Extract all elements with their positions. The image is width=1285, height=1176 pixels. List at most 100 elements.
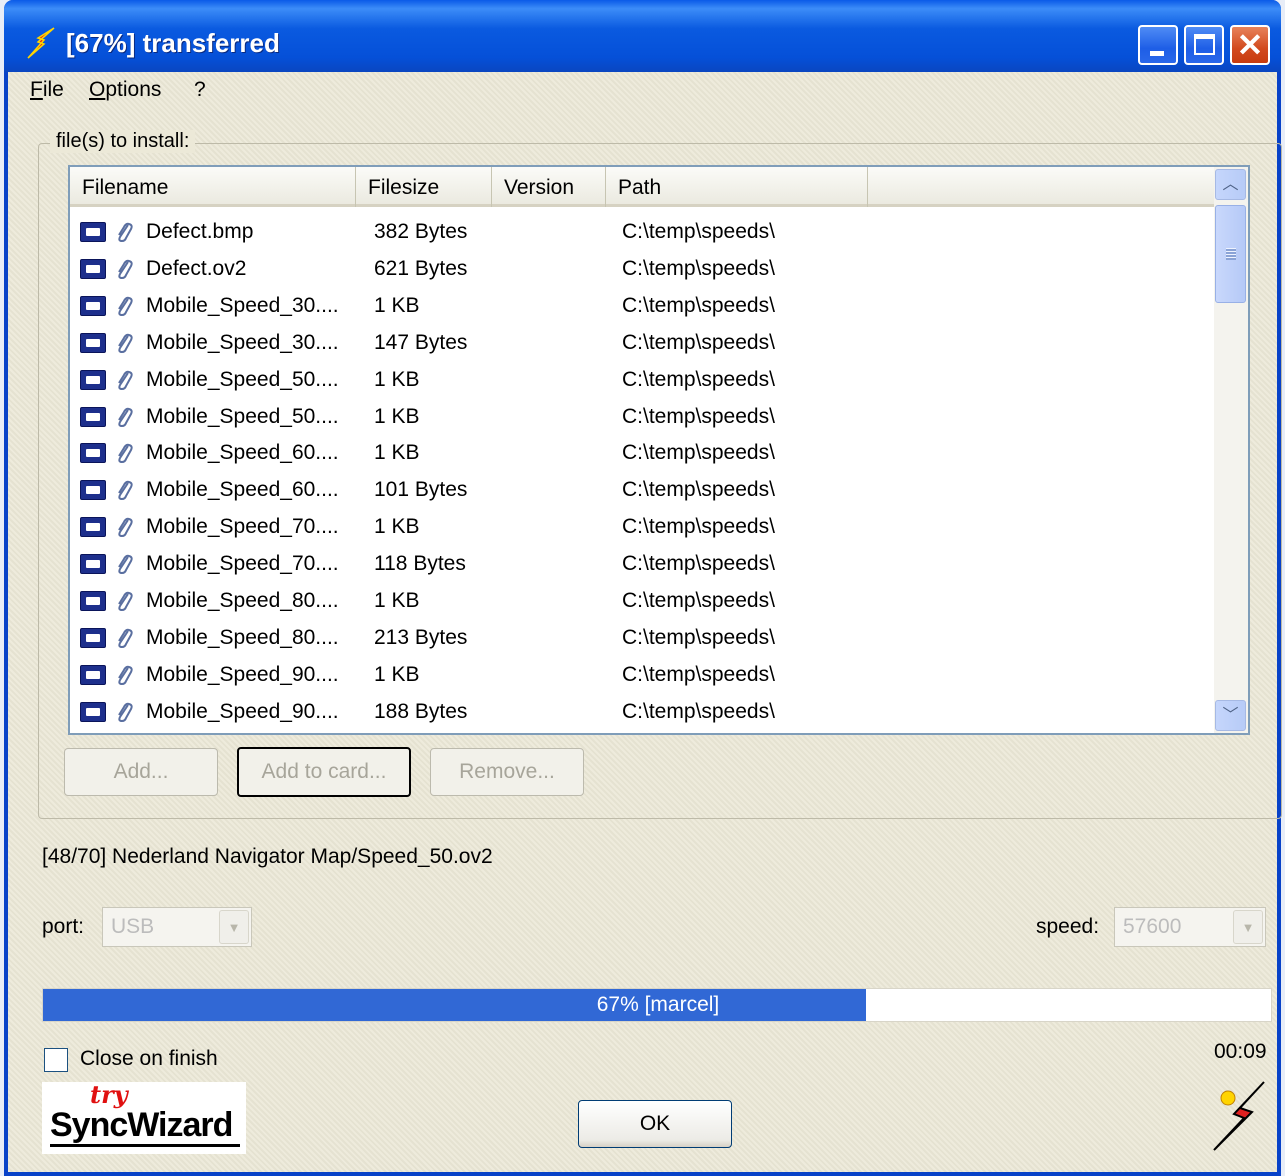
column-header-path[interactable]: Path bbox=[606, 167, 868, 207]
memory-card-icon bbox=[80, 517, 106, 538]
cell-filesize: 1 KB bbox=[374, 441, 420, 465]
paperclip-icon bbox=[118, 259, 133, 279]
column-header-version[interactable]: Version bbox=[492, 167, 606, 207]
memory-card-icon bbox=[80, 332, 106, 353]
cell-path: C:\temp\speeds\ bbox=[622, 552, 775, 576]
elapsed-timer: 00:09 bbox=[1214, 1040, 1267, 1063]
chevron-down-icon[interactable]: ▼ bbox=[219, 910, 249, 944]
list-item[interactable]: Mobile_Speed_60.... 101 Bytes C:\temp\spee… bbox=[70, 471, 1216, 508]
scroll-thumb[interactable] bbox=[1215, 205, 1246, 303]
files-groupbox-label: file(s) to install: bbox=[50, 130, 196, 153]
cell-filename: Mobile_Speed_30.... bbox=[146, 293, 339, 317]
column-header-filesize[interactable]: Filesize bbox=[356, 167, 492, 207]
scroll-down-button[interactable]: ﹀ bbox=[1215, 700, 1246, 731]
chevron-down-icon[interactable]: ▼ bbox=[1233, 910, 1263, 944]
add-to-card-button[interactable]: Add to card... bbox=[237, 747, 411, 797]
paperclip-icon bbox=[118, 296, 133, 316]
cell-filename: Mobile_Speed_60.... bbox=[146, 478, 339, 502]
list-item[interactable]: Mobile_Speed_60.... 1 KB C:\temp\speeds\ bbox=[70, 434, 1216, 471]
memory-card-icon bbox=[80, 258, 106, 279]
memory-card-icon bbox=[80, 701, 106, 722]
paperclip-icon bbox=[118, 628, 133, 648]
cell-path: C:\temp\speeds\ bbox=[622, 256, 775, 280]
cell-path: C:\temp\speeds\ bbox=[622, 441, 775, 465]
list-item[interactable]: Mobile_Speed_70.... 118 Bytes C:\temp\spee… bbox=[70, 545, 1216, 582]
current-file-status: [48/70] Nederland Navigator Map/Speed_50… bbox=[42, 845, 493, 868]
paperclip-icon bbox=[118, 554, 133, 575]
file-list[interactable]: Filename Filesize Version Path Defect.bm… bbox=[68, 165, 1250, 735]
cell-filename: Mobile_Speed_50.... bbox=[146, 367, 339, 391]
title-bar[interactable]: [67%] transferred ✕ bbox=[4, 0, 1281, 72]
cell-filename: Mobile_Speed_70.... bbox=[146, 515, 339, 539]
paperclip-icon bbox=[118, 481, 133, 501]
cell-path: C:\temp\speeds\ bbox=[622, 330, 775, 354]
list-item[interactable]: Mobile_Speed_50.... 1 KB C:\temp\speeds\ bbox=[70, 361, 1216, 398]
memory-card-icon bbox=[80, 627, 106, 648]
ok-button[interactable]: OK bbox=[578, 1100, 732, 1148]
list-header: Filename Filesize Version Path bbox=[70, 167, 1220, 207]
column-header-filename[interactable]: Filename bbox=[70, 167, 356, 207]
maximize-button[interactable] bbox=[1184, 25, 1224, 65]
paperclip-icon bbox=[118, 518, 133, 538]
cell-path: C:\temp\speeds\ bbox=[622, 515, 775, 539]
cell-filename: Mobile_Speed_80.... bbox=[146, 625, 339, 649]
port-select[interactable]: USB ▼ bbox=[102, 907, 252, 947]
column-header-filler bbox=[868, 167, 1220, 207]
cell-filename: Mobile_Speed_60.... bbox=[146, 441, 339, 465]
cell-path: C:\temp\speeds\ bbox=[622, 220, 775, 243]
port-label: port: bbox=[42, 915, 85, 938]
cell-path: C:\temp\speeds\ bbox=[622, 367, 775, 391]
speed-value: 57600 bbox=[1123, 915, 1182, 938]
minimize-icon bbox=[1150, 51, 1164, 56]
list-item[interactable]: Mobile_Speed_80.... 1 KB C:\temp\speeds\ bbox=[70, 582, 1216, 619]
paperclip-icon bbox=[118, 444, 133, 464]
list-item[interactable]: Mobile_Speed_80.... 213 Bytes C:\temp\spee… bbox=[70, 619, 1216, 656]
list-item[interactable]: Mobile_Speed_70.... 1 KB C:\temp\speeds\ bbox=[70, 508, 1216, 545]
close-on-finish-checkbox[interactable] bbox=[44, 1048, 68, 1072]
list-item[interactable]: Mobile_Speed_90.... 188 Bytes C:\temp\spee… bbox=[70, 693, 1216, 730]
cell-filename: Mobile_Speed_80.... bbox=[146, 589, 339, 612]
cell-path: C:\temp\speeds\ bbox=[622, 478, 775, 502]
list-item[interactable]: Defect.bmp 382 Bytes C:\temp\speeds\ bbox=[70, 213, 1216, 250]
paperclip-icon bbox=[118, 665, 133, 685]
cell-filename: Mobile_Speed_90.... bbox=[146, 662, 339, 686]
cell-path: C:\temp\speeds\ bbox=[622, 404, 775, 428]
paperclip-icon bbox=[118, 333, 133, 353]
list-item[interactable]: Mobile_Speed_30.... 1 KB C:\temp\speeds\ bbox=[70, 287, 1216, 324]
cell-filename: Defect.ov2 bbox=[146, 256, 247, 280]
cell-filesize: 382 Bytes bbox=[374, 220, 468, 243]
progress-text: 67% [marcel] bbox=[596, 993, 720, 1016]
cell-filesize: 147 Bytes bbox=[374, 330, 468, 354]
logo-try-text: try bbox=[90, 1080, 128, 1109]
close-on-finish-label[interactable]: Close on finish bbox=[80, 1047, 218, 1071]
vertical-scrollbar[interactable]: ︿ ﹀ bbox=[1214, 167, 1248, 733]
menu-file[interactable]: File bbox=[30, 78, 64, 102]
cell-path: C:\temp\speeds\ bbox=[622, 293, 775, 317]
maximize-icon bbox=[1194, 34, 1215, 55]
list-item[interactable]: Defect.ov2 621 Bytes C:\temp\speeds\ bbox=[70, 250, 1216, 287]
memory-card-icon bbox=[80, 554, 106, 575]
minimize-button[interactable] bbox=[1138, 25, 1178, 65]
memory-card-icon bbox=[80, 480, 106, 501]
memory-card-icon bbox=[80, 369, 106, 390]
menu-options[interactable]: Options bbox=[89, 78, 161, 102]
port-value: USB bbox=[111, 915, 155, 938]
menu-help[interactable]: ? bbox=[194, 78, 206, 102]
lightning-app-icon bbox=[27, 27, 55, 59]
paperclip-icon bbox=[118, 370, 133, 390]
progress-bar: 67% [marcel] bbox=[42, 988, 1272, 1022]
scroll-up-button[interactable]: ︿ bbox=[1215, 169, 1246, 200]
memory-card-icon bbox=[80, 222, 106, 242]
list-item[interactable]: Mobile_Speed_50.... 1 KB C:\temp\speeds\ bbox=[70, 398, 1216, 435]
window-title: [67%] transferred bbox=[66, 28, 280, 58]
close-button[interactable]: ✕ bbox=[1230, 25, 1270, 65]
cell-filesize: 1 KB bbox=[374, 404, 420, 428]
memory-card-icon bbox=[80, 406, 106, 427]
add-button[interactable]: Add... bbox=[64, 748, 218, 796]
list-item[interactable]: Mobile_Speed_30.... 147 Bytes C:\temp\spee… bbox=[70, 324, 1216, 361]
chevron-up-icon: ︿ bbox=[1222, 176, 1239, 193]
remove-button[interactable]: Remove... bbox=[430, 748, 584, 796]
list-item[interactable]: Mobile_Speed_90.... 1 KB C:\temp\speeds\ bbox=[70, 656, 1216, 693]
speed-select[interactable]: 57600 ▼ bbox=[1114, 907, 1266, 947]
memory-card-icon bbox=[80, 591, 106, 611]
